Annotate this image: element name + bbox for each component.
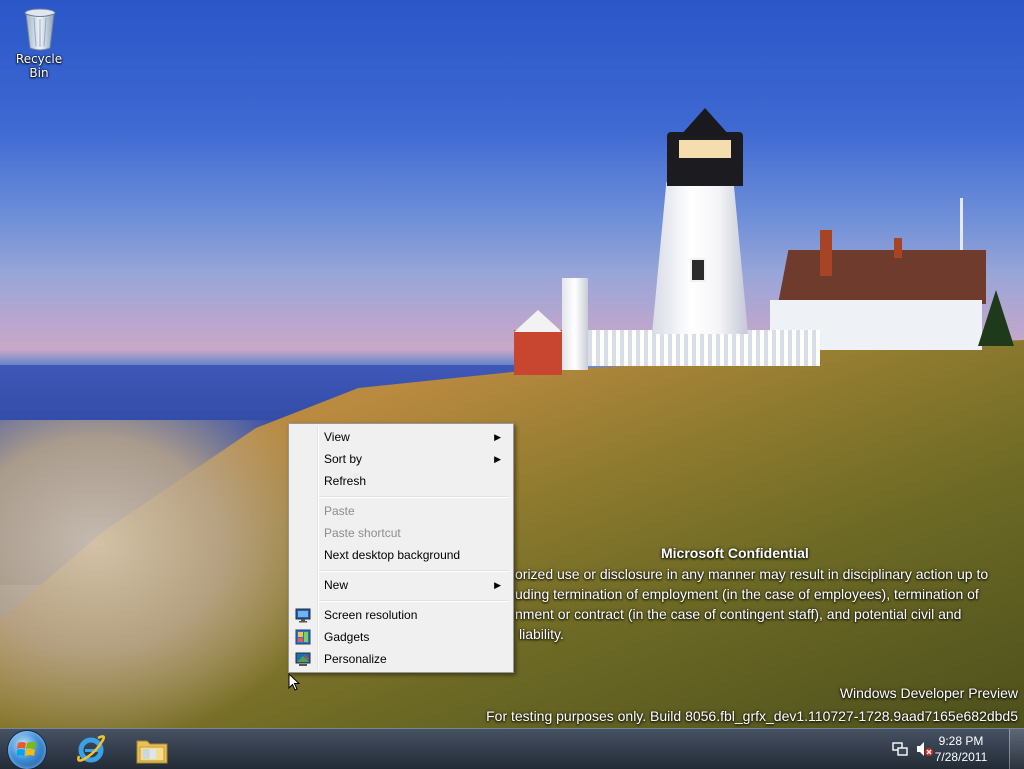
menu-item-view[interactable]: View ▶	[291, 426, 511, 448]
menu-item-sort-by[interactable]: Sort by ▶	[291, 448, 511, 470]
wallpaper-shed	[514, 330, 562, 375]
watermark-line: orized use or disclosure in any manner m…	[515, 566, 989, 582]
system-clock[interactable]: 9:28 PM 7/28/2011	[926, 733, 996, 765]
wallpaper-small-tower	[562, 278, 588, 370]
submenu-arrow-icon: ▶	[494, 432, 501, 442]
menu-item-label: New	[324, 578, 349, 592]
menu-separator	[319, 570, 509, 572]
watermark-product: Windows Developer Preview	[839, 685, 1018, 701]
personalize-icon	[295, 651, 311, 667]
wallpaper-chimney	[820, 230, 832, 276]
watermark-title: Microsoft Confidential	[661, 545, 809, 561]
display-icon	[295, 607, 311, 623]
mouse-cursor-icon	[288, 672, 301, 694]
submenu-arrow-icon: ▶	[494, 580, 501, 590]
desktop-icon-recycle-bin[interactable]: Recycle Bin	[6, 6, 72, 80]
wallpaper-rocks	[0, 420, 320, 728]
clock-date: 7/28/2011	[934, 750, 988, 764]
gadgets-icon	[295, 629, 311, 645]
menu-item-gadgets[interactable]: Gadgets	[291, 626, 511, 648]
menu-item-label: Next desktop background	[324, 548, 461, 562]
recycle-bin-icon	[23, 6, 56, 51]
ie-icon	[76, 734, 106, 767]
menu-item-label: View	[324, 430, 350, 444]
wallpaper-house-roof	[778, 250, 986, 304]
menu-item-label: Sort by	[324, 452, 363, 466]
menu-item-label: Paste shortcut	[324, 526, 401, 540]
wallpaper-chimney	[894, 238, 902, 258]
menu-item-label: Gadgets	[324, 630, 370, 644]
watermark-build: For testing purposes only. Build 8056.fb…	[486, 708, 1018, 724]
menu-item-new[interactable]: New ▶	[291, 574, 511, 596]
menu-separator	[319, 600, 509, 602]
menu-item-screen-resolution[interactable]: Screen resolution	[291, 604, 511, 626]
menu-separator	[319, 496, 509, 498]
menu-item-personalize[interactable]: Personalize	[291, 648, 511, 670]
menu-item-refresh[interactable]: Refresh	[291, 470, 511, 492]
wallpaper-lighthouse-cap	[680, 108, 730, 136]
windows-start-icon	[17, 742, 36, 756]
taskbar: 9:28 PM 7/28/2011	[0, 728, 1024, 769]
wallpaper-lighthouse-lamp	[667, 132, 743, 186]
start-button[interactable]	[8, 731, 46, 769]
clock-time: 9:28 PM	[938, 734, 984, 748]
wallpaper-lighthouse-window	[690, 258, 706, 282]
menu-item-label: Personalize	[324, 652, 387, 666]
desktop-wallpaper[interactable]: Recycle Bin Microsoft Confidential orize…	[0, 0, 1024, 728]
watermark-line: liability.	[519, 626, 564, 642]
menu-item-label: Refresh	[324, 474, 367, 488]
menu-item-label: Paste	[324, 504, 355, 518]
menu-item-next-desktop-background[interactable]: Next desktop background	[291, 544, 511, 566]
wallpaper-fence	[584, 330, 820, 366]
menu-item-label: Screen resolution	[324, 608, 418, 622]
taskbar-internet-explorer[interactable]	[60, 731, 118, 767]
network-icon[interactable]	[892, 741, 908, 757]
taskbar-windows-explorer[interactable]	[122, 731, 180, 767]
watermark-line: nment or contract (in the case of contin…	[515, 606, 962, 622]
submenu-arrow-icon: ▶	[494, 454, 501, 464]
menu-item-paste[interactable]: Paste	[291, 500, 511, 522]
show-desktop-button[interactable]	[1009, 729, 1024, 769]
menu-item-paste-shortcut[interactable]: Paste shortcut	[291, 522, 511, 544]
desktop-context-menu: View ▶ Sort by ▶ Refresh Paste Paste sho…	[288, 423, 514, 673]
folder-icon	[136, 735, 168, 768]
recycle-bin-label: Recycle Bin	[15, 52, 63, 80]
watermark-line: uding termination of employment (in the …	[515, 586, 979, 602]
